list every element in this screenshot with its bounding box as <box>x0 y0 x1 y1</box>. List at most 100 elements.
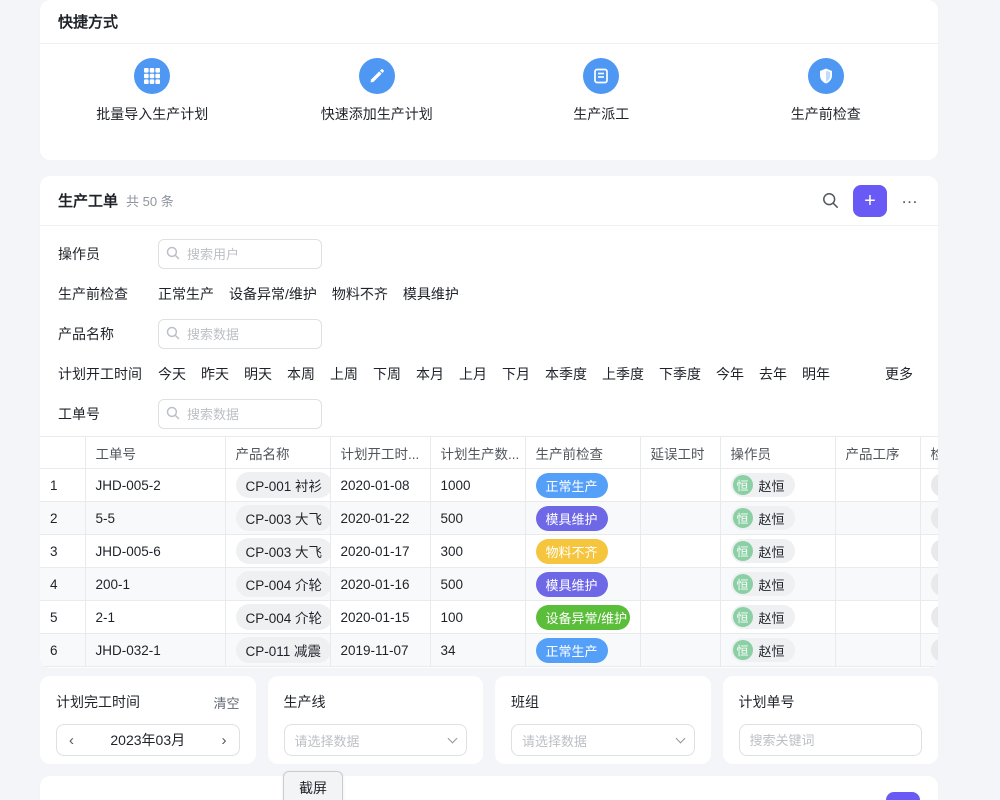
filter-order-no: 工单号 <box>58 394 938 434</box>
shortcut-quick-add[interactable]: 快速添加生产计划 <box>265 58 490 124</box>
time-option[interactable]: 今年 <box>716 364 744 384</box>
operator-tag: 恒赵恒 <box>731 638 795 662</box>
avatar: 恒 <box>733 607 753 627</box>
plan-finish-time-label: 计划完工时间 <box>56 692 140 712</box>
avatar <box>931 539 939 563</box>
month-value[interactable]: 2023年03月 <box>74 730 222 750</box>
order-no-cell: JHD-032-1 <box>85 634 225 667</box>
add-work-order-button[interactable]: + <box>853 185 887 217</box>
production-line-card: 生产线 请选择数据 <box>268 676 484 764</box>
team-label: 班组 <box>511 692 539 712</box>
production-line-label: 生产线 <box>284 692 326 712</box>
add-plan-button[interactable]: + <box>886 792 920 800</box>
time-option[interactable]: 明年 <box>802 364 830 384</box>
qty-cell: 100 <box>430 601 525 634</box>
avatar: 恒 <box>733 640 753 660</box>
time-option[interactable]: 上周 <box>330 364 358 384</box>
table-row[interactable]: 3 JHD-005-6 CP-003 大飞 2020-01-17 300 物料不… <box>40 535 938 568</box>
time-option[interactable]: 下季度 <box>659 364 701 384</box>
time-option[interactable]: 上月 <box>459 364 487 384</box>
status-cell: 正常生产 <box>525 634 640 667</box>
start-date-cell: 2020-01-22 <box>330 502 430 535</box>
process-cell <box>835 469 920 502</box>
time-more-option[interactable]: 更多 <box>885 364 913 384</box>
operator-tag: 恒赵恒 <box>731 539 795 563</box>
shortcut-dispatch[interactable]: 生产派工 <box>489 58 714 124</box>
product-name-search-input[interactable] <box>158 319 322 349</box>
product-tag: CP-003 大飞 <box>236 538 331 564</box>
pre-check-option[interactable]: 物料不齐 <box>332 284 388 304</box>
order-no-cell: JHD-005-6 <box>85 535 225 568</box>
pre-check-option[interactable]: 设备异常/维护 <box>229 284 317 304</box>
start-date-cell: 2020-01-15 <box>330 601 430 634</box>
status-badge: 正常生产 <box>536 638 608 663</box>
row-number: 4 <box>40 568 85 601</box>
operator-tag: 恒赵恒 <box>731 473 795 497</box>
shortcut-label: 生产派工 <box>573 104 629 124</box>
time-option[interactable]: 本季度 <box>545 364 587 384</box>
status-cell: 物料不齐 <box>525 535 640 568</box>
operator-cell: 恒赵恒 <box>720 634 835 667</box>
operator-cell: 恒赵恒 <box>720 469 835 502</box>
chevron-down-icon <box>448 733 458 743</box>
time-option[interactable]: 今天 <box>158 364 186 384</box>
time-option[interactable]: 昨天 <box>201 364 229 384</box>
process-cell <box>835 601 920 634</box>
table-row[interactable]: 6 JHD-032-1 CP-011 减震 2019-11-07 34 正常生产… <box>40 634 938 667</box>
work-orders-table: 工单号 产品名称 计划开工时... 计划生产数... 生产前检查 延误工时 操作… <box>40 436 938 667</box>
col-qty: 计划生产数... <box>430 437 525 469</box>
order-no-search-input[interactable] <box>158 399 322 429</box>
operator-search-input[interactable] <box>158 239 322 269</box>
more-icon[interactable]: … <box>901 188 920 214</box>
team-select[interactable]: 请选择数据 <box>511 724 695 756</box>
col-order-no: 工单号 <box>85 437 225 469</box>
product-tag: CP-011 减震 <box>236 637 331 663</box>
work-orders-header: 生产工单 共 50 条 + … <box>40 176 938 226</box>
table-row[interactable]: 1 JHD-005-2 CP-001 衬衫 2020-01-08 1000 正常… <box>40 469 938 502</box>
col-delay: 延误工时 <box>640 437 720 469</box>
chevron-right-icon[interactable]: › <box>222 733 227 748</box>
clear-button[interactable]: 清空 <box>213 693 239 712</box>
table-row[interactable]: 2 5-5 CP-003 大飞 2020-01-22 500 模具维护 恒赵恒 <box>40 502 938 535</box>
search-icon[interactable] <box>822 192 839 209</box>
filter-product-name: 产品名称 <box>58 314 938 354</box>
screenshot-button[interactable]: 截屏 <box>283 771 343 800</box>
delay-cell <box>640 568 720 601</box>
plan-finish-time-card: 计划完工时间 清空 ‹ 2023年03月 › <box>40 676 256 764</box>
team-card: 班组 请选择数据 <box>495 676 711 764</box>
pre-check-option[interactable]: 模具维护 <box>403 284 459 304</box>
search-icon <box>166 406 180 425</box>
time-option[interactable]: 下月 <box>502 364 530 384</box>
table-header-row: 工单号 产品名称 计划开工时... 计划生产数... 生产前检查 延误工时 操作… <box>40 437 938 469</box>
pre-check-option[interactable]: 正常生产 <box>158 284 214 304</box>
production-line-select[interactable]: 请选择数据 <box>284 724 468 756</box>
chevron-down-icon <box>675 733 685 743</box>
bottom-filter-row: 计划完工时间 清空 ‹ 2023年03月 › 生产线 请选择数据 班组 请选择数… <box>40 676 938 764</box>
row-number: 2 <box>40 502 85 535</box>
start-date-cell: 2020-01-17 <box>330 535 430 568</box>
time-option[interactable]: 下周 <box>373 364 401 384</box>
table-row[interactable]: 4 200-1 CP-004 介轮 2020-01-16 500 模具维护 恒赵… <box>40 568 938 601</box>
time-option[interactable]: 去年 <box>759 364 787 384</box>
table-row[interactable]: 5 2-1 CP-004 介轮 2020-01-15 100 设备异常/维护 恒… <box>40 601 938 634</box>
shortcut-pre-check[interactable]: 生产前检查 <box>714 58 939 124</box>
product-cell: CP-011 减震 <box>225 634 330 667</box>
filter-label: 生产前检查 <box>58 284 158 304</box>
status-badge: 设备异常/维护 <box>536 605 630 630</box>
time-option[interactable]: 上季度 <box>602 364 644 384</box>
time-option[interactable]: 明天 <box>244 364 272 384</box>
delay-cell <box>640 634 720 667</box>
inspector-cell <box>920 601 938 634</box>
pencil-icon <box>359 58 395 94</box>
delay-cell <box>640 535 720 568</box>
time-option[interactable]: 本月 <box>416 364 444 384</box>
status-badge: 正常生产 <box>536 473 608 498</box>
search-icon <box>166 326 180 345</box>
col-operator: 操作员 <box>720 437 835 469</box>
time-option[interactable]: 本周 <box>287 364 315 384</box>
plan-no-search-input[interactable] <box>739 724 923 756</box>
filter-operator: 操作员 <box>58 234 938 274</box>
shortcut-batch-import[interactable]: 批量导入生产计划 <box>40 58 265 124</box>
col-process: 产品工序 <box>835 437 920 469</box>
inspector-cell <box>920 634 938 667</box>
